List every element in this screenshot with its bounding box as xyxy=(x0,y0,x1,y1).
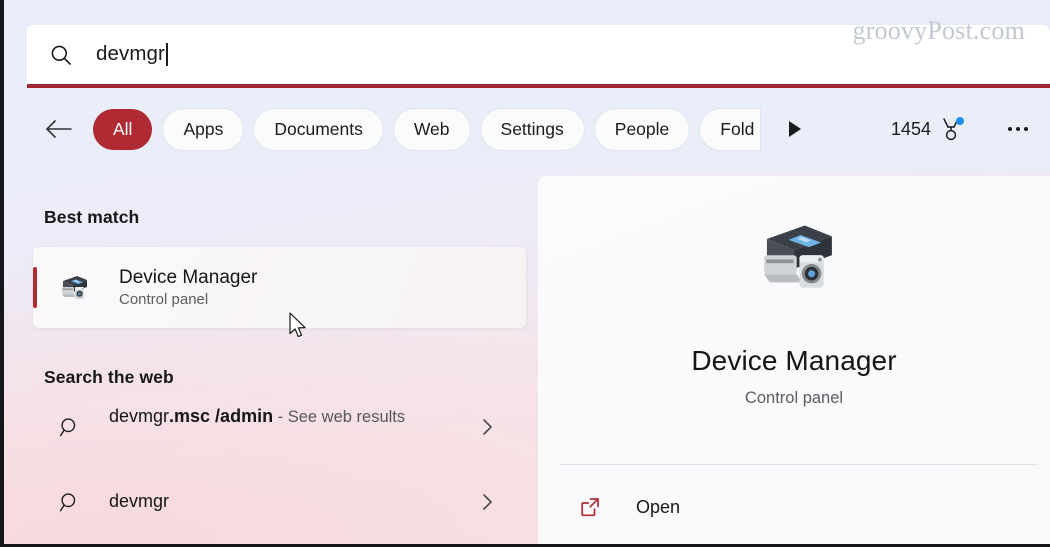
open-action-label: Open xyxy=(636,496,681,517)
device-manager-icon xyxy=(55,270,91,306)
ellipsis-icon[interactable] xyxy=(1002,113,1034,145)
filter-bar: All Apps Documents Web Settings People F… xyxy=(4,88,1050,170)
play-arrow-icon[interactable] xyxy=(784,118,806,140)
open-external-icon xyxy=(578,495,602,519)
search-icon xyxy=(57,489,83,515)
web-result-label: devmgr xyxy=(109,490,169,514)
chevron-right-icon[interactable] xyxy=(478,492,498,512)
ellipsis-dot xyxy=(1024,127,1028,131)
detail-divider xyxy=(560,464,1038,465)
detail-subtitle: Control panel xyxy=(744,389,844,407)
detail-title: Device Manager xyxy=(691,345,897,376)
windows-search-window: groovyPost.com devmgr All Apps Documents… xyxy=(0,0,1050,547)
web-query-plain: devmgr xyxy=(109,406,170,426)
web-result-label: devmgr.msc /admin - See web results xyxy=(109,405,405,429)
filter-pill-documents[interactable]: Documents xyxy=(254,108,383,150)
results-left-pane: Best match Device Manager Control panel … xyxy=(4,170,538,544)
best-match-title: Device Manager xyxy=(119,266,258,288)
search-icon xyxy=(57,414,83,440)
web-query-plain: devmgr xyxy=(109,491,170,512)
web-query-bold: .msc /admin xyxy=(169,406,274,426)
search-input-value: devmgr xyxy=(96,42,165,66)
search-web-heading: Search the web xyxy=(44,367,174,387)
watermark: groovyPost.com xyxy=(852,16,1025,45)
results-area: Best match Device Manager Control panel … xyxy=(4,170,1050,544)
web-result-item[interactable]: devmgr xyxy=(33,476,526,528)
ellipsis-dot xyxy=(1008,127,1012,131)
window-edge-left xyxy=(0,0,4,547)
detail-panel: Device Manager Control panel Open xyxy=(538,176,1050,544)
best-match-heading: Best match xyxy=(44,207,140,227)
rewards-button[interactable]: 1454 xyxy=(891,116,964,142)
medal-icon xyxy=(938,116,964,142)
search-bar-underline xyxy=(27,84,1050,88)
best-match-text: Device Manager Control panel xyxy=(119,267,257,308)
filter-pill-folders[interactable]: Fold xyxy=(700,108,761,150)
chevron-right-icon[interactable] xyxy=(478,417,498,437)
web-result-item[interactable]: devmgr.msc /admin - See web results xyxy=(33,398,526,460)
filter-pill-apps[interactable]: Apps xyxy=(163,108,244,150)
filter-bar-right: 1454 xyxy=(891,113,1034,145)
filter-pill-all[interactable]: All xyxy=(93,108,153,150)
open-action-row[interactable]: Open xyxy=(560,481,1038,533)
search-input[interactable]: devmgr xyxy=(96,25,168,84)
filter-pill-list: All Apps Documents Web Settings People F… xyxy=(93,108,761,150)
ellipsis-dot xyxy=(1016,127,1020,131)
filter-pill-web[interactable]: Web xyxy=(393,108,470,150)
best-match-subtitle: Control panel xyxy=(119,290,209,308)
filter-pill-settings[interactable]: Settings xyxy=(480,108,584,150)
device-manager-icon xyxy=(746,210,842,306)
text-caret xyxy=(165,43,168,66)
selection-indicator xyxy=(33,267,37,308)
back-arrow-icon[interactable] xyxy=(41,112,75,146)
web-result-suffix: - See web results xyxy=(273,408,406,426)
best-match-result[interactable]: Device Manager Control panel xyxy=(33,247,526,328)
notification-dot xyxy=(956,117,964,125)
filter-pill-people[interactable]: People xyxy=(594,108,690,150)
search-icon xyxy=(49,43,73,67)
rewards-count: 1454 xyxy=(890,118,931,139)
